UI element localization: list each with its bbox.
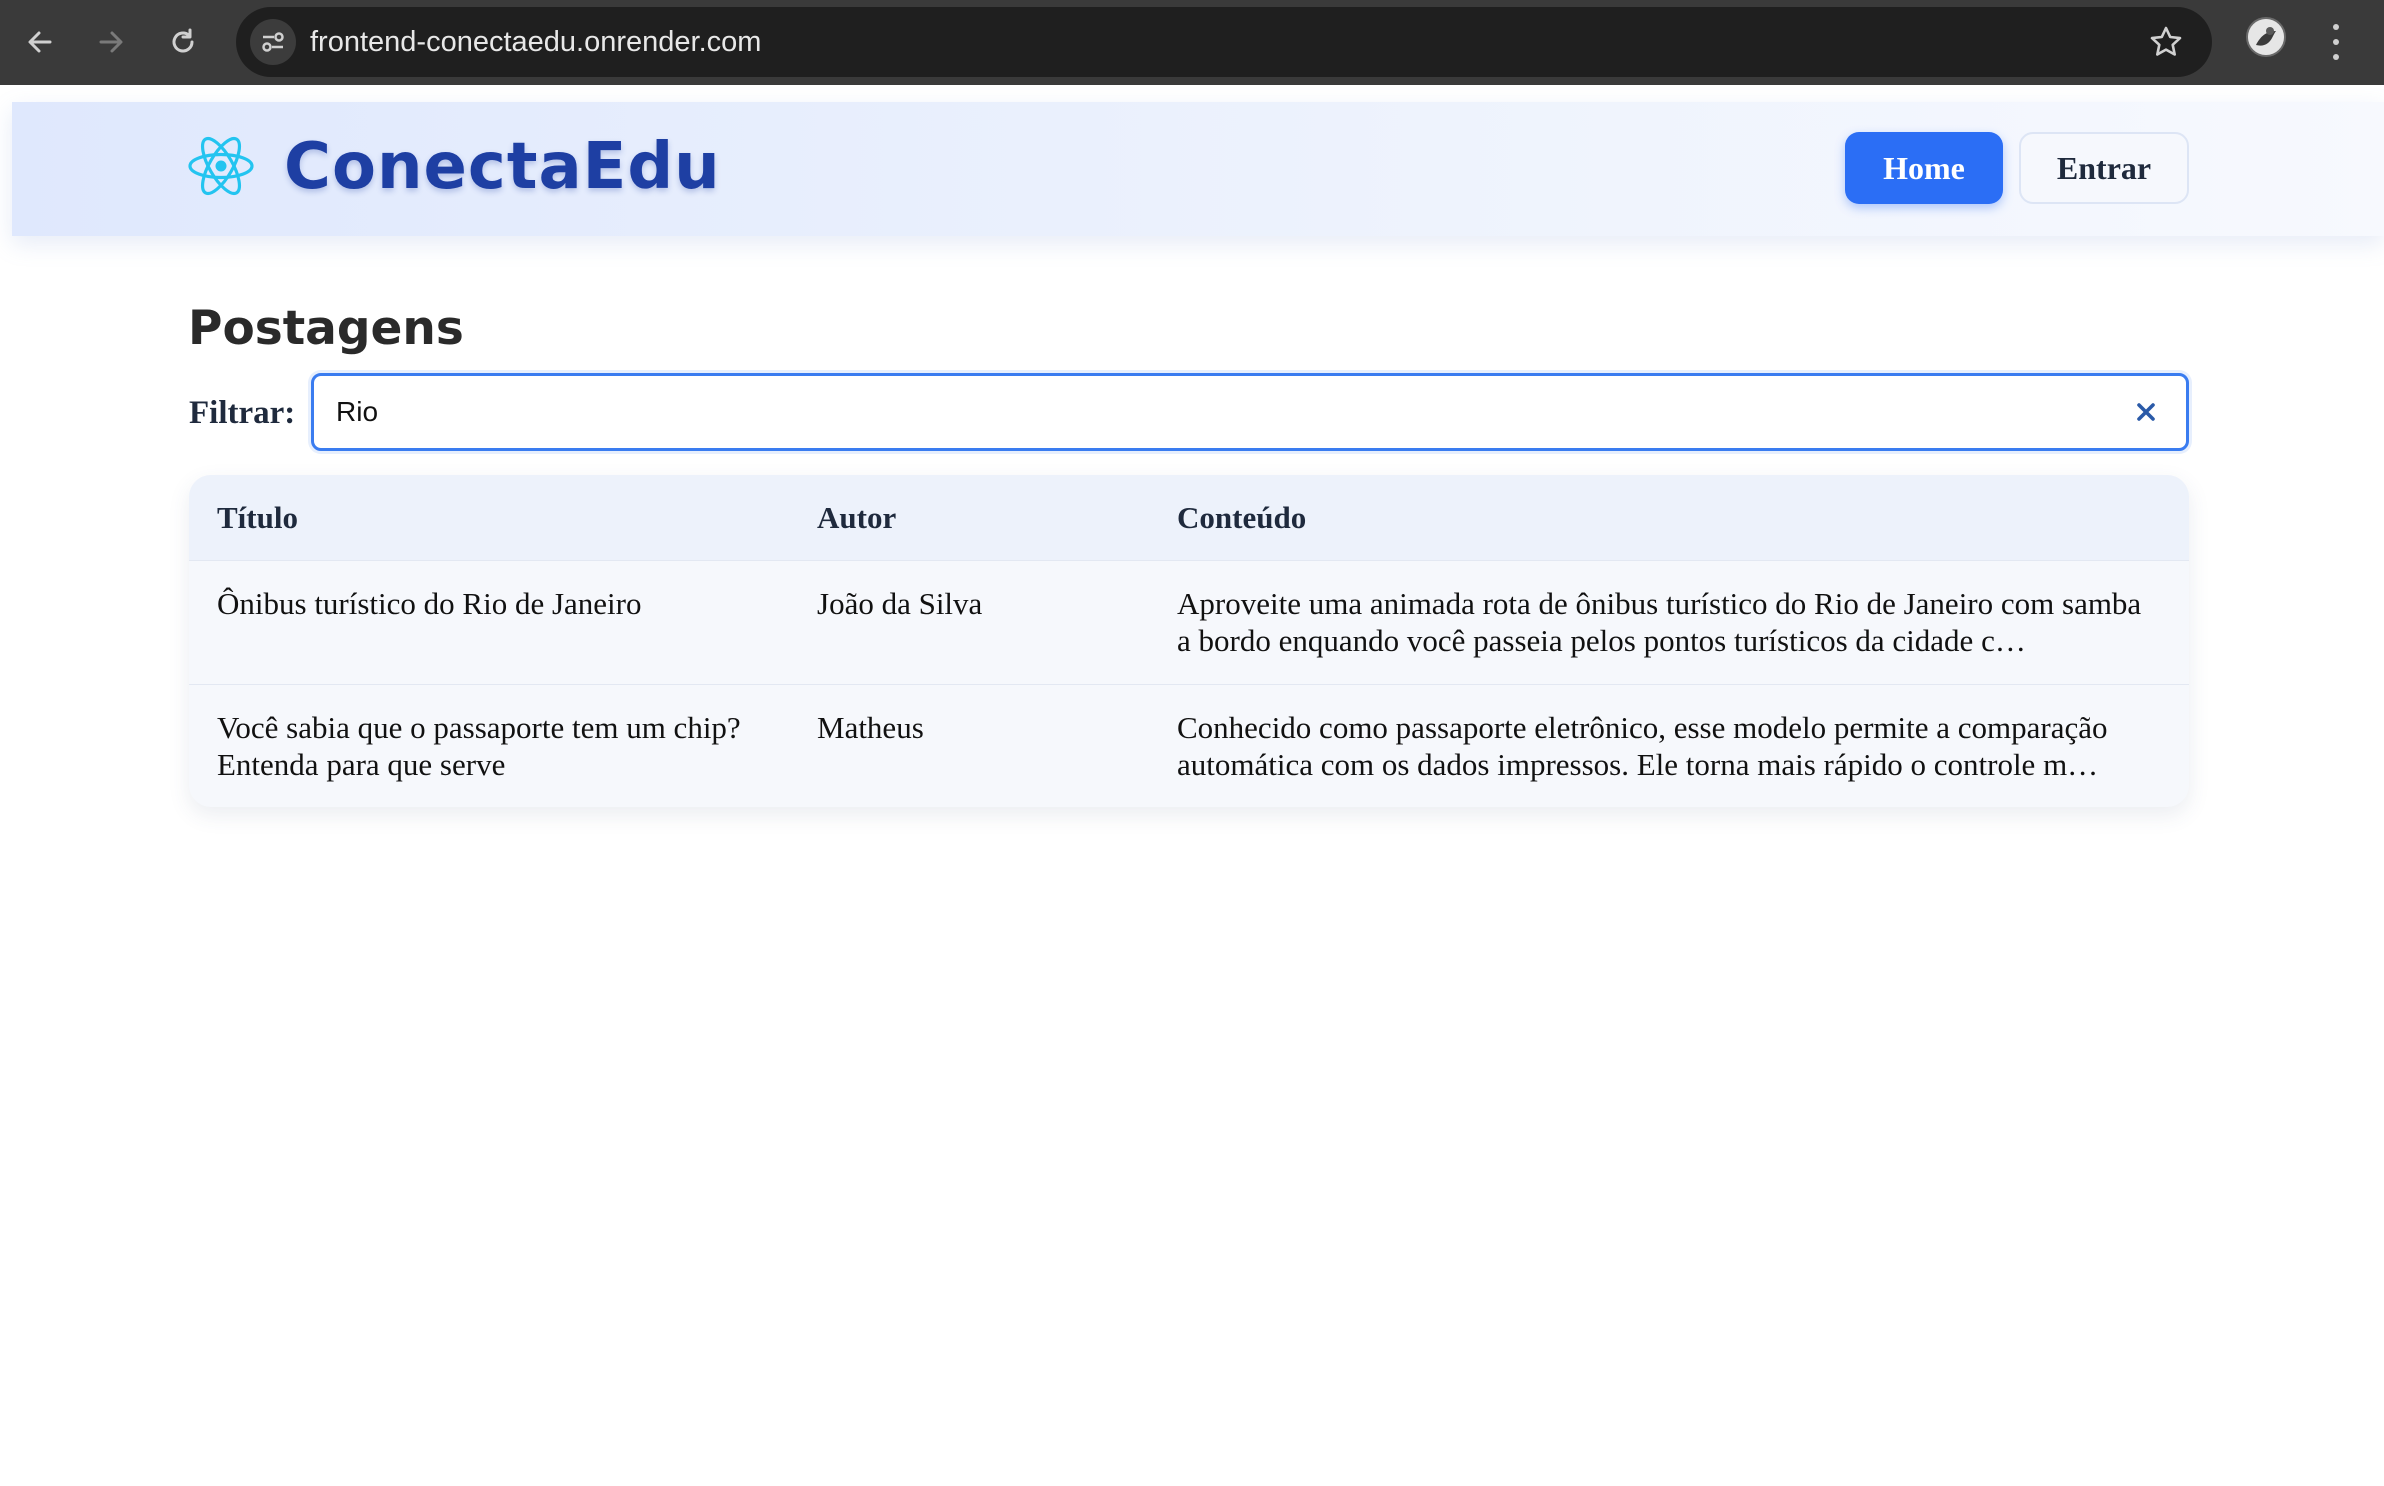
browser-menu-icon[interactable] <box>2326 20 2346 64</box>
posts-table: Título Autor Conteúdo Ônibus turístico d… <box>189 475 2189 807</box>
post-title[interactable]: Ônibus turístico do Rio de Janeiro <box>217 585 777 622</box>
post-content: Aproveite uma animada rota de ônibus tur… <box>1177 586 2142 658</box>
address-bar[interactable]: frontend-conectaedu.onrender.com <box>236 7 2212 77</box>
brand-name[interactable]: ConectaEdu <box>284 122 721 212</box>
login-button[interactable]: Entrar <box>2019 132 2189 204</box>
column-header-title[interactable]: Título <box>217 475 777 560</box>
post-author: João da Silva <box>817 586 983 621</box>
post-title[interactable]: Você sabia que o passaporte tem um chip?… <box>217 709 777 783</box>
filter-input[interactable] <box>336 376 2096 448</box>
profile-avatar[interactable] <box>2246 17 2286 57</box>
page-title: Postagens <box>188 301 464 356</box>
url-text[interactable]: frontend-conectaedu.onrender.com <box>310 7 761 77</box>
browser-toolbar: frontend-conectaedu.onrender.com <box>0 0 2384 85</box>
post-content: Conhecido como passaporte eletrônico, es… <box>1177 710 2108 782</box>
filter-label: Filtrar: <box>189 395 296 431</box>
post-author: Matheus <box>817 710 924 745</box>
column-header-author[interactable]: Autor <box>817 475 1137 560</box>
app-header: ConectaEdu Home Entrar <box>12 102 2384 236</box>
filter-field[interactable] <box>311 373 2189 451</box>
bookmark-star-icon[interactable] <box>2148 24 2184 65</box>
column-header-content[interactable]: Conteúdo <box>1177 475 2147 560</box>
reload-icon[interactable] <box>159 18 207 66</box>
table-row[interactable]: Ônibus turístico do Rio de Janeiro João … <box>189 561 2189 685</box>
atom-logo-icon <box>187 132 255 205</box>
table-row[interactable]: Você sabia que o passaporte tem um chip?… <box>189 685 2189 807</box>
forward-icon[interactable] <box>87 18 135 66</box>
site-settings-icon[interactable] <box>250 19 296 65</box>
clear-filter-icon[interactable] <box>2132 398 2160 426</box>
home-button[interactable]: Home <box>1845 132 2003 204</box>
table-header: Título Autor Conteúdo <box>189 475 2189 561</box>
back-icon[interactable] <box>16 18 64 66</box>
